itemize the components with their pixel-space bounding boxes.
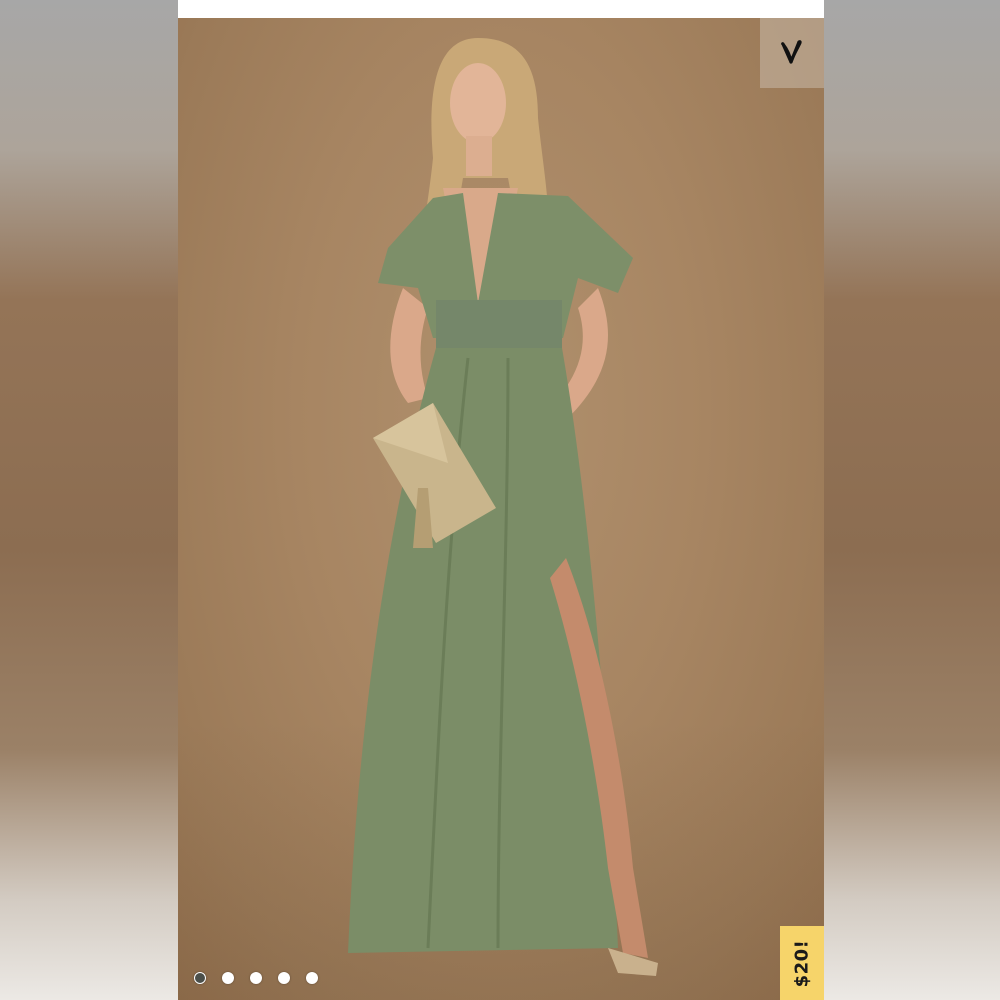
background-blur-right	[822, 0, 1000, 1000]
carousel-dot-2[interactable]	[222, 972, 234, 984]
carousel-dot-3[interactable]	[250, 972, 262, 984]
model-in-dress-illustration	[348, 38, 658, 976]
price-badge: $20!	[780, 926, 824, 1000]
face	[450, 63, 506, 143]
like-button[interactable]	[760, 18, 824, 88]
carousel-dot-4[interactable]	[278, 972, 290, 984]
dress-waistband	[436, 300, 562, 350]
product-photo[interactable]: $20!	[178, 18, 824, 1000]
carousel-dot-1[interactable]	[194, 972, 206, 984]
carousel-indicator	[194, 972, 318, 984]
background-blur-left	[0, 0, 178, 1000]
neck	[466, 136, 492, 176]
price-label: $20!	[791, 939, 813, 987]
product-image-viewer: $20!	[178, 0, 824, 1000]
heart-icon	[781, 40, 802, 64]
left-arm	[390, 288, 428, 403]
carousel-dot-5[interactable]	[306, 972, 318, 984]
